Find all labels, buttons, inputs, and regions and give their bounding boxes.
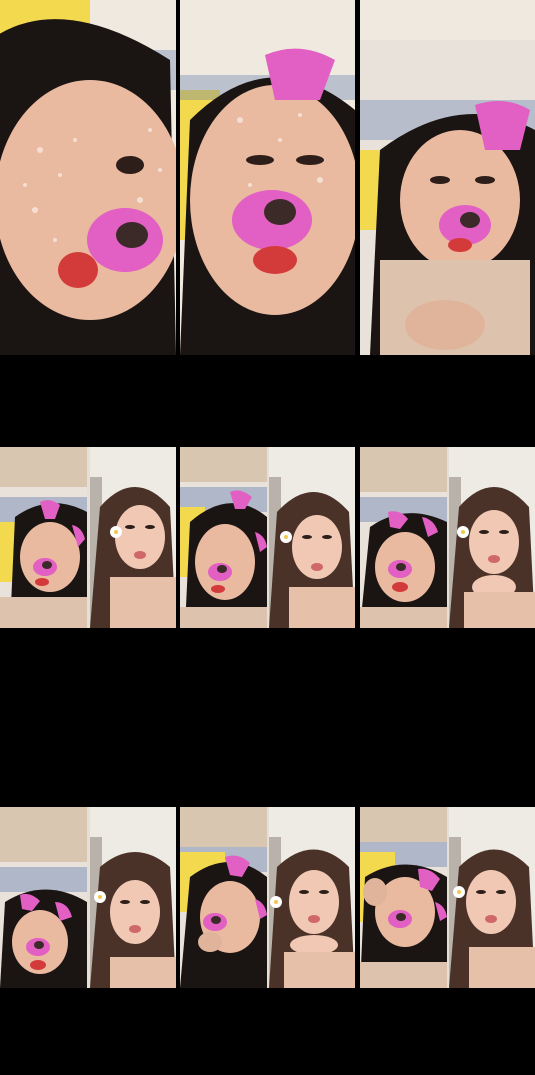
split-left-portrait [360, 807, 447, 988]
portrait-image [0, 0, 176, 355]
split-left-portrait [360, 447, 447, 628]
portrait-image [180, 0, 355, 355]
split-right-portrait [449, 447, 535, 628]
split-right-portrait [269, 807, 355, 988]
split-frame-1 [0, 447, 176, 628]
split-frame-6 [360, 807, 535, 988]
split-right-portrait [449, 807, 535, 988]
split-frame-3 [360, 447, 535, 628]
split-left-portrait [0, 447, 87, 628]
split-left-portrait [180, 807, 267, 988]
filtered-portrait-frame-2 [180, 0, 355, 355]
split-right-portrait [269, 447, 355, 628]
split-frame-4 [0, 807, 176, 988]
filtered-portrait-frame-1 [0, 0, 176, 355]
video-frame-grid [0, 0, 535, 1075]
filtered-portrait-frame-3 [360, 0, 535, 355]
portrait-image [360, 0, 535, 355]
split-left-portrait [0, 807, 87, 988]
split-frame-2 [180, 447, 355, 628]
split-left-portrait [180, 447, 267, 628]
split-right-portrait [90, 447, 176, 628]
split-right-portrait [90, 807, 176, 988]
split-frame-5 [180, 807, 355, 988]
